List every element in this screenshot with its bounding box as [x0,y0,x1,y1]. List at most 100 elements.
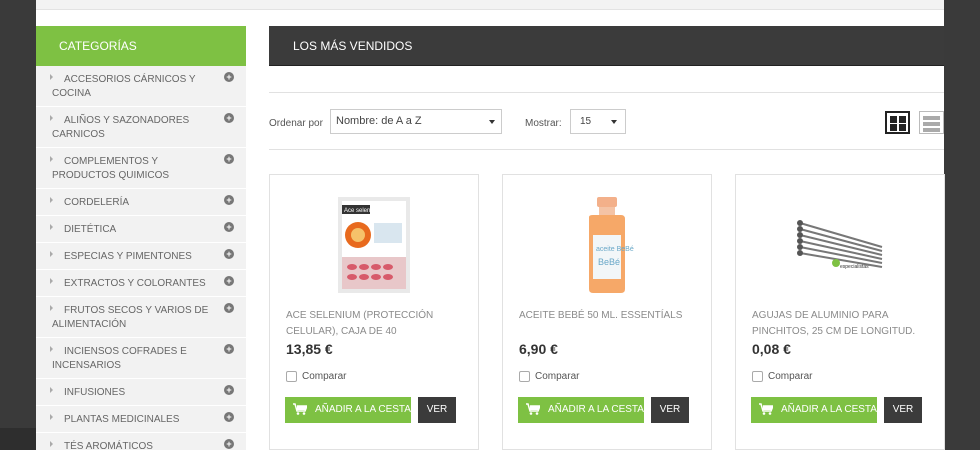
checkbox-icon[interactable] [286,371,297,382]
grid-icon [899,116,906,123]
grid-view-button[interactable] [885,111,910,134]
product-image[interactable]: Ace selenium [270,195,478,295]
caret-right-icon [50,278,53,284]
category-item[interactable]: TÉS AROMÁTICOS + [36,433,246,450]
expand-plus-icon[interactable]: + [224,412,234,422]
product-price: 6,90 € [519,341,558,357]
compare-checkbox[interactable]: Comparar [286,371,346,382]
svg-text:Ace selenium: Ace selenium [344,208,380,214]
caret-right-icon [50,115,53,121]
top-header-strip [36,0,944,10]
category-label[interactable]: TÉS AROMÁTICOS [52,440,216,450]
category-label[interactable]: INFUSIONES [52,386,216,400]
product-card[interactable]: Ace selenium ACE SELENIUM (PROTECCIÓN CE… [269,174,479,450]
view-button[interactable]: VER [884,397,922,423]
sort-select[interactable]: Nombre: de A a Z [330,109,502,134]
caret-right-icon [50,251,53,257]
product-image[interactable]: especialistas [736,195,944,295]
expand-plus-icon[interactable]: + [224,344,234,354]
category-label[interactable]: FRUTOS SECOS Y VARIOS DE ALIMENTACIÓN [52,304,216,332]
category-label[interactable]: CORDELERÍA [52,196,216,210]
expand-plus-icon[interactable]: + [224,276,234,286]
right-page-margin [944,0,980,450]
expand-plus-icon[interactable]: + [224,385,234,395]
add-to-cart-label: AÑADIR A LA CESTA [548,404,644,415]
category-label[interactable]: EXTRACTOS Y COLORANTES [52,277,216,291]
list-icon [923,122,940,126]
expand-plus-icon[interactable]: + [224,222,234,232]
category-item[interactable]: ALIÑOS Y SAZONADORES CARNICOS + [36,107,246,148]
category-item[interactable]: ACCESORIOS CÁRNICOS Y COCINA + [36,66,246,107]
category-item[interactable]: ESPECIAS Y PIMENTONES + [36,243,246,270]
compare-label: Comparar [535,371,580,383]
grid-icon [890,124,897,131]
product-card[interactable]: aceite BeBé BeBé ACEITE BEBÉ 50 ML. ESSE… [502,174,712,450]
expand-plus-icon[interactable]: + [224,113,234,123]
add-to-cart-button[interactable]: AÑADIR A LA CESTA [285,397,411,423]
add-to-cart-button[interactable]: AÑADIR A LA CESTA [751,397,877,423]
category-item[interactable]: INCIENSOS COFRADES E INCENSARIOS + [36,338,246,379]
add-to-cart-button[interactable]: AÑADIR A LA CESTA [518,397,644,423]
sort-select-value: Nombre: de A a Z [336,115,422,127]
per-page-select[interactable]: 15 [570,109,626,134]
view-button[interactable]: VER [418,397,456,423]
compare-checkbox[interactable]: Comparar [752,371,812,382]
product-name[interactable]: ACE SELENIUM (PROTECCIÓN CELULAR), CAJA … [286,308,466,340]
category-label[interactable]: DIETÉTICA [52,223,216,237]
category-label[interactable]: ACCESORIOS CÁRNICOS Y COCINA [52,73,216,101]
expand-plus-icon[interactable]: + [224,195,234,205]
categories-title: CATEGORÍAS [36,26,246,66]
checkbox-icon[interactable] [519,371,530,382]
caret-down-icon [489,120,495,124]
category-label[interactable]: ESPECIAS Y PIMENTONES [52,250,216,264]
category-label[interactable]: PLANTAS MEDICINALES [52,413,216,427]
category-item[interactable]: FRUTOS SECOS Y VARIOS DE ALIMENTACIÓN + [36,297,246,338]
compare-checkbox[interactable]: Comparar [519,371,579,382]
category-label[interactable]: ALIÑOS Y SAZONADORES CARNICOS [52,114,216,142]
product-price: 13,85 € [286,341,333,357]
caret-right-icon [50,387,53,393]
add-to-cart-label: AÑADIR A LA CESTA [315,404,411,415]
add-to-cart-label: AÑADIR A LA CESTA [781,404,877,415]
cart-icon [293,403,307,415]
list-icon [923,128,940,132]
category-item[interactable]: COMPLEMENTOS Y PRODUCTOS QUIMICOS + [36,148,246,189]
product-name[interactable]: ACEITE BEBÉ 50 ML. ESSENTÍALS [519,308,699,324]
bottle-label-text: aceite BeBé [596,246,634,253]
product-card[interactable]: especialistas AGUJAS DE ALUMINIO PARA PI… [735,174,945,450]
category-label[interactable]: COMPLEMENTOS Y PRODUCTOS QUIMICOS [52,155,216,183]
view-button[interactable]: VER [651,397,689,423]
list-view-button[interactable] [919,111,944,134]
main-content: LOS MÁS VENDIDOS Ordenar por Nombre: de … [269,26,945,450]
category-item[interactable]: INFUSIONES + [36,379,246,406]
per-page-value: 15 [580,116,592,127]
product-name[interactable]: AGUJAS DE ALUMINIO PARA PINCHITOS, 25 CM… [752,308,932,340]
category-item[interactable]: EXTRACTOS Y COLORANTES + [36,270,246,297]
expand-plus-icon[interactable]: + [224,249,234,259]
caret-right-icon [50,441,53,447]
list-icon [923,116,940,120]
logo-text: especialistas [840,264,869,270]
left-page-margin [0,0,36,450]
caret-right-icon [50,346,53,352]
cart-icon [759,403,773,415]
category-label[interactable]: INCIENSOS COFRADES E INCENSARIOS [52,345,216,373]
caret-right-icon [50,224,53,230]
category-list: ACCESORIOS CÁRNICOS Y COCINA + ALIÑOS Y SA… [36,66,246,450]
sort-label: Ordenar por [269,118,323,129]
category-item[interactable]: PLANTAS MEDICINALES + [36,406,246,433]
product-toolbar: Ordenar por Nombre: de A a Z Mostrar: 15 [269,92,944,150]
caret-right-icon [50,414,53,420]
expand-plus-icon[interactable]: + [224,303,234,313]
caret-right-icon [50,197,53,203]
expand-plus-icon[interactable]: + [224,72,234,82]
checkbox-icon[interactable] [752,371,763,382]
caret-right-icon [50,305,53,311]
product-price: 0,08 € [752,341,791,357]
cart-icon [526,403,540,415]
product-image[interactable]: aceite BeBé BeBé [503,195,711,295]
category-item[interactable]: DIETÉTICA + [36,216,246,243]
category-item[interactable]: CORDELERÍA + [36,189,246,216]
expand-plus-icon[interactable]: + [224,154,234,164]
expand-plus-icon[interactable]: + [224,439,234,449]
